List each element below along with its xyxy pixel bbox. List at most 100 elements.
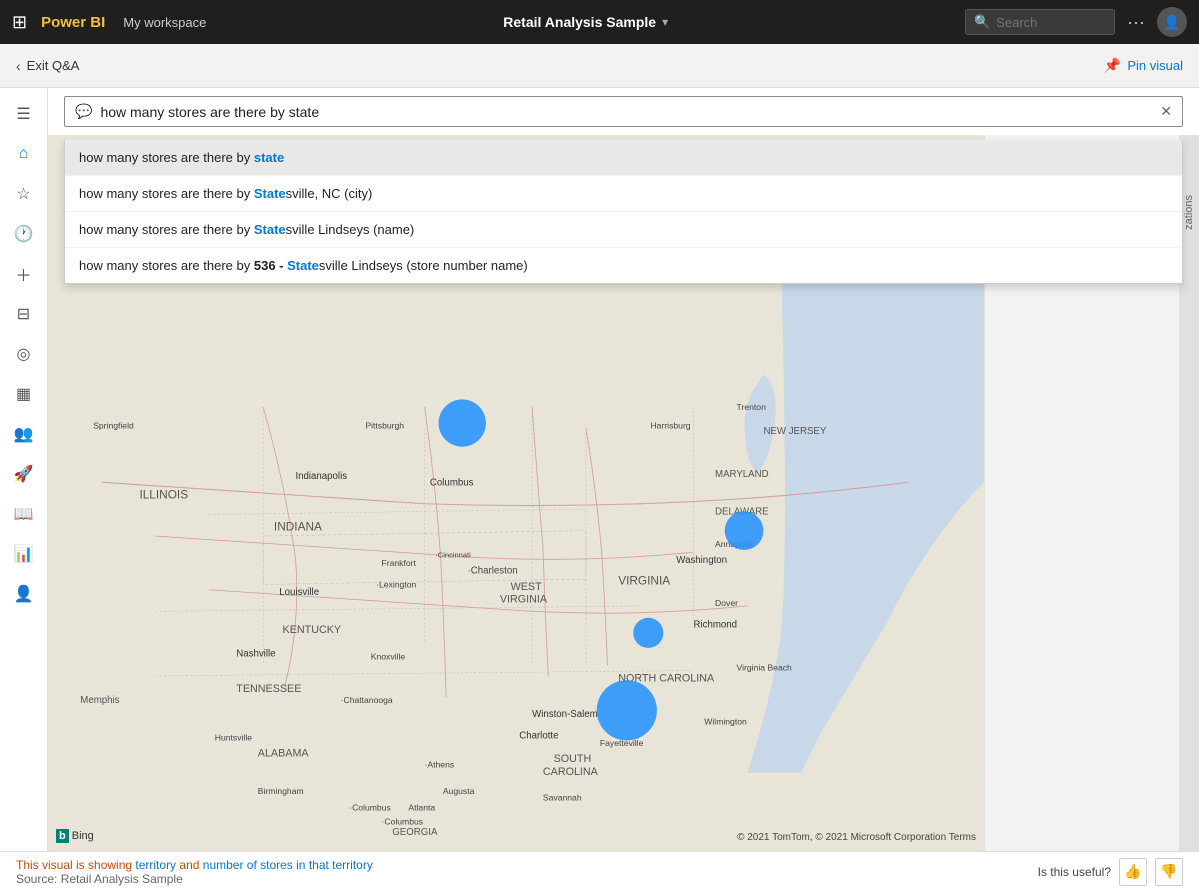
autocomplete-dropdown: how many stores are there by state how m…: [64, 140, 1183, 284]
qa-input-wrapper: 💬 ✕: [64, 96, 1183, 127]
sidebar: ☰ ⌂ ☆ 🕐 ＋ ⊟ ◎ ▦ 👥 🚀 📖 📊 👤: [0, 88, 48, 851]
autocomplete-item-0[interactable]: how many stores are there by state: [65, 140, 1182, 176]
svg-text:ILLINOIS: ILLINOIS: [139, 487, 188, 501]
main-area: ☰ ⌂ ☆ 🕐 ＋ ⊟ ◎ ▦ 👥 🚀 📖 📊 👤 💬 ✕ how many s…: [0, 88, 1199, 851]
back-arrow-icon[interactable]: ‹: [16, 58, 21, 74]
sidebar-item-deploy[interactable]: 🚀: [6, 456, 42, 492]
bing-text: Bing: [72, 830, 94, 842]
qa-bubble-icon: 💬: [75, 103, 92, 120]
svg-text:Knoxville: Knoxville: [371, 652, 406, 662]
info-prefix: This visual is showing: [16, 858, 135, 872]
exit-qa-label[interactable]: Exit Q&A: [27, 58, 80, 73]
svg-text:ALABAMA: ALABAMA: [258, 748, 310, 760]
svg-text:Birmingham: Birmingham: [258, 786, 304, 796]
sidebar-item-browse[interactable]: ⊟: [6, 296, 42, 332]
svg-text:Frankfort: Frankfort: [382, 558, 417, 568]
svg-text:Richmond: Richmond: [694, 619, 738, 630]
svg-text:VIRGINIA: VIRGINIA: [500, 594, 548, 606]
bottom-feedback: Is this useful? 👍 👎: [1038, 858, 1183, 886]
svg-text:GEORGIA: GEORGIA: [392, 827, 438, 838]
content-area: 💬 ✕ how many stores are there by state h…: [48, 88, 1199, 851]
workspace-label: My workspace: [123, 15, 206, 30]
bing-logo: b Bing: [56, 829, 94, 843]
svg-text:Charlotte: Charlotte: [519, 730, 558, 741]
thumbs-down-button[interactable]: 👎: [1155, 858, 1183, 886]
avatar-icon: 👤: [1163, 14, 1180, 31]
svg-text:Trenton: Trenton: [737, 402, 767, 412]
svg-text:·Lexington: ·Lexington: [376, 580, 416, 590]
svg-text:WEST: WEST: [511, 581, 542, 593]
sidebar-item-apps[interactable]: 📊: [6, 536, 42, 572]
report-title: Retail Analysis Sample: [503, 14, 656, 30]
svg-text:Wilmington: Wilmington: [704, 716, 747, 726]
svg-text:MARYLAND: MARYLAND: [715, 469, 769, 480]
sidebar-item-recents[interactable]: 🕐: [6, 216, 42, 252]
topbar-center: Retail Analysis Sample ▾: [216, 14, 955, 30]
topbar-right: 🔍 ··· 👤: [965, 7, 1187, 37]
sidebar-item-learn[interactable]: 📖: [6, 496, 42, 532]
sidebar-item-favorites[interactable]: ☆: [6, 176, 42, 212]
search-box[interactable]: 🔍: [965, 9, 1115, 35]
autocomplete-item-1[interactable]: how many stores are there by Statesville…: [65, 176, 1182, 212]
svg-text:Atlanta: Atlanta: [408, 802, 435, 812]
svg-text:Washington: Washington: [676, 555, 727, 566]
bottom-bar: This visual is showing territory and num…: [0, 851, 1199, 891]
search-input[interactable]: [996, 15, 1106, 30]
qa-clear-icon[interactable]: ✕: [1160, 103, 1172, 120]
svg-text:·Columbus: ·Columbus: [382, 816, 424, 826]
map-copyright: © 2021 TomTom, © 2021 Microsoft Corporat…: [737, 832, 976, 843]
svg-text:Indianapolis: Indianapolis: [295, 471, 347, 482]
svg-text:·Chattanooga: ·Chattanooga: [341, 695, 393, 705]
svg-text:Louisville: Louisville: [279, 587, 319, 598]
svg-text:Memphis: Memphis: [80, 695, 119, 706]
user-avatar[interactable]: 👤: [1157, 7, 1187, 37]
svg-text:Nashville: Nashville: [236, 649, 275, 660]
qa-section: 💬 ✕: [48, 88, 1199, 135]
report-title-chevron-icon[interactable]: ▾: [662, 15, 668, 29]
svg-text:·Athens: ·Athens: [425, 759, 455, 769]
pin-label: Pin visual: [1127, 58, 1183, 73]
pin-visual-button[interactable]: 📌 Pin visual: [1104, 57, 1183, 74]
svg-text:Savannah: Savannah: [543, 793, 582, 803]
svg-text:Columbus: Columbus: [430, 477, 474, 488]
svg-text:CAROLINA: CAROLINA: [543, 766, 599, 778]
autocomplete-item-3[interactable]: how many stores are there by 536 - State…: [65, 248, 1182, 283]
stores-link[interactable]: number of stores in that territory: [203, 858, 373, 872]
svg-text:Harrisburg: Harrisburg: [650, 420, 690, 430]
sidebar-item-menu[interactable]: ☰: [6, 96, 42, 132]
svg-text:·Charleston: ·Charleston: [468, 566, 518, 577]
autocomplete-item-2[interactable]: how many stores are there by Statesville…: [65, 212, 1182, 248]
sidebar-item-goals[interactable]: ◎: [6, 336, 42, 372]
feedback-label: Is this useful?: [1038, 865, 1111, 879]
topbar: ⊞ Power BI My workspace Retail Analysis …: [0, 0, 1199, 44]
sidebar-item-people[interactable]: 👥: [6, 416, 42, 452]
svg-text:Augusta: Augusta: [443, 786, 475, 796]
brand-label: Power BI: [41, 14, 105, 31]
svg-text:TENNESSEE: TENNESSEE: [236, 683, 301, 695]
vertical-text: zations: [1183, 195, 1195, 230]
info-mid: and: [176, 858, 203, 872]
territory-link[interactable]: territory: [135, 858, 176, 872]
sidebar-item-home[interactable]: ⌂: [6, 136, 42, 172]
search-icon: 🔍: [974, 14, 990, 30]
svg-text:Springfield: Springfield: [93, 420, 134, 430]
subbar-left: ‹ Exit Q&A: [16, 58, 79, 74]
pin-icon: 📌: [1104, 57, 1121, 74]
sidebar-item-account[interactable]: 👤: [6, 576, 42, 612]
thumbs-up-button[interactable]: 👍: [1119, 858, 1147, 886]
sidebar-item-create[interactable]: ＋: [6, 256, 42, 292]
svg-text:NEW JERSEY: NEW JERSEY: [763, 426, 826, 437]
sidebar-item-dashboards[interactable]: ▦: [6, 376, 42, 412]
more-options-icon[interactable]: ···: [1123, 8, 1149, 37]
svg-text:VIRGINIA: VIRGINIA: [618, 573, 670, 587]
svg-text:Pittsburgh: Pittsburgh: [365, 420, 404, 430]
svg-text:·Cincinnati: ·Cincinnati: [435, 551, 471, 560]
svg-text:INDIANA: INDIANA: [274, 520, 322, 534]
qa-input[interactable]: [100, 104, 1152, 120]
grid-icon[interactable]: ⊞: [12, 12, 27, 33]
svg-text:·Columbus: ·Columbus: [349, 802, 391, 812]
svg-text:SOUTH: SOUTH: [554, 753, 592, 765]
svg-text:Huntsville: Huntsville: [215, 732, 252, 742]
svg-text:Winston-Salem: Winston-Salem: [532, 709, 598, 720]
bottom-source-text: Source: Retail Analysis Sample: [16, 872, 373, 886]
